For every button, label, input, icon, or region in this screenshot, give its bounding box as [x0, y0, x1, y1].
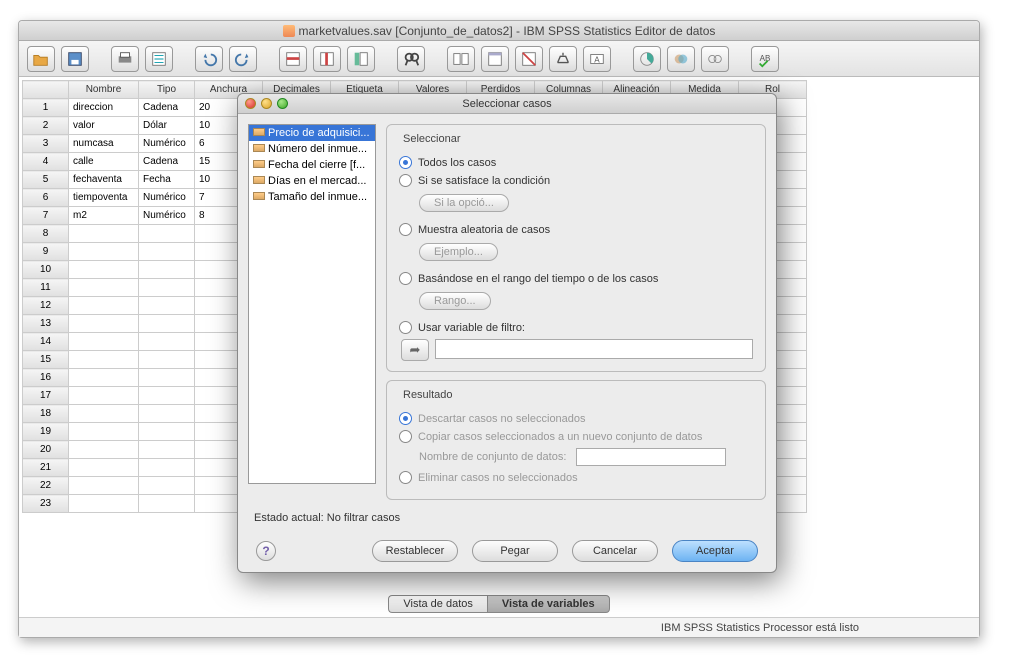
- radio-icon: [399, 321, 412, 334]
- window-title: marketvalues.sav [Conjunto_de_datos2] - …: [299, 24, 716, 38]
- select-legend: Seleccionar: [399, 133, 464, 145]
- app-icon: [283, 25, 295, 37]
- scale-icon: [253, 128, 265, 136]
- scale-icon: [253, 176, 265, 184]
- tab-data-view[interactable]: Vista de datos: [388, 595, 487, 613]
- radio-copy: Copiar casos seleccionados a un nuevo co…: [399, 430, 753, 443]
- weight-button[interactable]: [481, 46, 509, 72]
- radio-delete: Eliminar casos no seleccionados: [399, 471, 753, 484]
- radio-range[interactable]: Basándose en el rango del tiempo o de lo…: [399, 272, 753, 285]
- status-text: IBM SPSS Statistics Processor está listo: [661, 622, 859, 634]
- save-button[interactable]: [61, 46, 89, 72]
- corner-cell: [23, 81, 69, 99]
- tab-variable-view[interactable]: Vista de variables: [487, 595, 610, 613]
- radio-random-sample[interactable]: Muestra aleatoria de casos: [399, 223, 753, 236]
- current-status-label: Estado actual: No filtrar casos: [252, 506, 402, 528]
- radio-icon: [399, 174, 412, 187]
- move-variable-button[interactable]: ➦: [401, 339, 429, 361]
- dataset-name-label: Nombre de conjunto de datos:: [419, 451, 566, 463]
- recall-button[interactable]: [145, 46, 173, 72]
- sample-button[interactable]: Ejemplo...: [419, 243, 498, 261]
- goto-var-button[interactable]: [313, 46, 341, 72]
- minimize-icon[interactable]: [261, 98, 272, 109]
- select-cases-dialog: Seleccionar casos Precio de adquisici...…: [237, 93, 777, 573]
- undo-button[interactable]: [195, 46, 223, 72]
- open-button[interactable]: [27, 46, 55, 72]
- list-item: Precio de adquisici...: [249, 125, 375, 141]
- split-button[interactable]: [447, 46, 475, 72]
- window-titlebar: marketvalues.sav [Conjunto_de_datos2] - …: [19, 21, 979, 41]
- value-labels-button[interactable]: A: [583, 46, 611, 72]
- radio-icon: [399, 156, 412, 169]
- cancel-button[interactable]: Cancelar: [572, 540, 658, 562]
- spellcheck-button[interactable]: AB: [751, 46, 779, 72]
- reset-button[interactable]: Restablecer: [372, 540, 458, 562]
- radio-icon: [399, 412, 412, 425]
- radio-if-condition[interactable]: Si se satisface la condición: [399, 174, 753, 187]
- close-icon[interactable]: [245, 98, 256, 109]
- paste-button[interactable]: Pegar: [472, 540, 558, 562]
- ok-button[interactable]: Aceptar: [672, 540, 758, 562]
- list-item: Fecha del cierre [f...: [249, 157, 375, 173]
- col-tipo[interactable]: Tipo: [139, 81, 195, 99]
- range-button[interactable]: Rango...: [419, 292, 491, 310]
- col-nombre[interactable]: Nombre: [69, 81, 139, 99]
- radio-all-cases[interactable]: Todos los casos: [399, 156, 753, 169]
- list-item: Número del inmue...: [249, 141, 375, 157]
- if-button[interactable]: Si la opció...: [419, 194, 509, 212]
- svg-text:A: A: [594, 55, 600, 64]
- result-fieldset: Resultado Descartar casos no seleccionad…: [386, 380, 766, 500]
- variables-button[interactable]: [347, 46, 375, 72]
- sets-button[interactable]: [667, 46, 695, 72]
- help-button[interactable]: ?: [256, 541, 276, 561]
- radio-filter-variable[interactable]: Usar variable de filtro:: [399, 321, 753, 334]
- radio-icon: [399, 223, 412, 236]
- status-bar: IBM SPSS Statistics Processor está listo: [19, 617, 979, 637]
- find-button[interactable]: [397, 46, 425, 72]
- chart-button[interactable]: [633, 46, 661, 72]
- svg-text:AB: AB: [760, 53, 771, 62]
- toolbar: A AB: [19, 41, 979, 77]
- zoom-icon[interactable]: [277, 98, 288, 109]
- print-button[interactable]: [111, 46, 139, 72]
- radio-icon: [399, 430, 412, 443]
- select-cases-button[interactable]: [515, 46, 543, 72]
- goto-case-button[interactable]: [279, 46, 307, 72]
- view-tabs: Vista de datosVista de variables: [19, 595, 979, 613]
- radio-icon: [399, 471, 412, 484]
- redo-button[interactable]: [229, 46, 257, 72]
- weight-cases-button[interactable]: [549, 46, 577, 72]
- show-all-button[interactable]: [701, 46, 729, 72]
- dialog-titlebar[interactable]: Seleccionar casos: [238, 94, 776, 114]
- result-legend: Resultado: [399, 389, 457, 401]
- variable-list[interactable]: Precio de adquisici... Número del inmue.…: [248, 124, 376, 484]
- dataset-name-field[interactable]: [576, 448, 726, 466]
- scale-icon: [253, 160, 265, 168]
- filter-variable-field[interactable]: [435, 339, 753, 359]
- select-fieldset: Seleccionar Todos los casos Si se satisf…: [386, 124, 766, 372]
- radio-discard: Descartar casos no seleccionados: [399, 412, 753, 425]
- scale-icon: [253, 192, 265, 200]
- scale-icon: [253, 144, 265, 152]
- radio-icon: [399, 272, 412, 285]
- list-item: Días en el mercad...: [249, 173, 375, 189]
- list-item: Tamaño del inmue...: [249, 189, 375, 205]
- dialog-title: Seleccionar casos: [462, 98, 551, 110]
